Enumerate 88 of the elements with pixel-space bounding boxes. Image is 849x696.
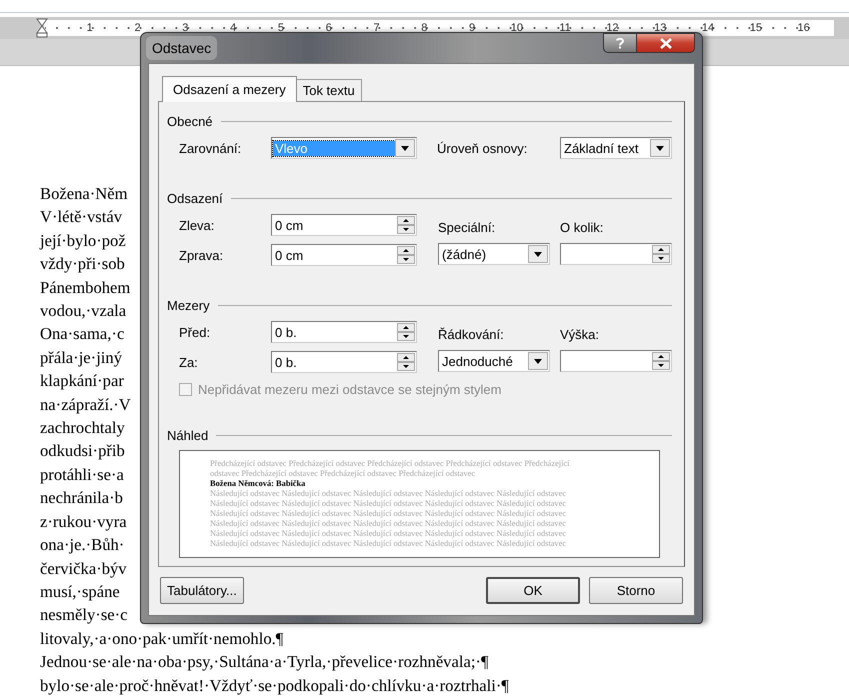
spinner-arrows-icon (397, 323, 415, 341)
document-text-line: protáhli·se·a (40, 464, 124, 486)
tab[interactable]: Tok textu (296, 79, 362, 101)
field-label: Zarovnání: (179, 140, 242, 156)
preview-text: Následující odstavec Následující odstavec Následující odstavec Následující odstavec Následující odstavec (210, 529, 568, 539)
dialog-title: Odstavec (146, 36, 218, 60)
close-icon (658, 38, 672, 48)
ruler-number: 15 (748, 21, 762, 36)
tab[interactable]: Odsazení a mezery (162, 76, 297, 102)
checkbox-label: Nepřidávat mezeru mezi odstavce se stejným stylem (198, 382, 502, 397)
help-icon (615, 37, 625, 49)
ruler-number: 11 (558, 21, 571, 36)
ruler-number: 14 (700, 21, 714, 36)
group-heading: Obecné (167, 114, 213, 129)
document-text-line: Ona·sama,·c (40, 323, 124, 346)
document-text-line: Pánembohem (40, 276, 130, 299)
preview-text: Následující odstavec Následující odstavec Následující odstavec Následující odstavec Následující odstavec (210, 539, 568, 549)
document-text-line: přála·je·jiný (40, 346, 122, 369)
ruler-number: 2 (133, 21, 141, 36)
ruler-number: 8 (420, 21, 428, 36)
ruler-number: 4 (229, 21, 236, 36)
preview-text: Následující odstavec Následující odstavec Následující odstavec Následující odstavec Následující odstavec (210, 499, 568, 509)
dialog-button[interactable]: Storno (589, 577, 683, 604)
spin-field[interactable]: 0 b. (271, 351, 417, 373)
field-label: Zleva: (179, 218, 216, 232)
preview-text: Božena Němcová: Babička (210, 479, 306, 489)
preview-text: Následující odstavec Následující odstavec Následující odstavec Následující odstavec Následující odstavec (210, 489, 568, 499)
ruler-number: 7 (372, 21, 380, 36)
document-text-line: její·bylo·pož (40, 230, 126, 252)
document-text-line: Jednou·se·ale·na·oba·psy,·Sultána·a·Tyrla,·převelice·rozhněvala;·¶ (40, 651, 488, 674)
document-text-line: vodou,·vzala (40, 300, 126, 322)
document-text-line: musí,·spáne (40, 580, 120, 603)
group-heading: Mezery (167, 298, 210, 313)
field-label: Řádkování: (438, 326, 505, 344)
spinner-arrows-icon (652, 245, 670, 263)
document-text-line: odkudsi·přib (40, 440, 125, 462)
field-label: Zprava: (179, 248, 224, 262)
spinner-arrows-icon (652, 352, 670, 370)
document-text-line: na·zápraží.·V (40, 394, 131, 416)
spin-field[interactable]: 0 cm (271, 214, 417, 236)
field-label: Za: (179, 354, 199, 370)
dropdown[interactable]: (žádné) (438, 243, 550, 265)
ruler-number: 5 (276, 21, 284, 36)
dialog-button[interactable]: Tabulátory... (160, 577, 244, 604)
preview-text: Následující odstavec Následující odstavec Následující odstavec Následující odstavec Následující odstavec (210, 519, 568, 529)
ruler-number: 16 (796, 21, 810, 36)
ruler-number: 3 (181, 21, 188, 36)
document-text-line: ona·je.·Bůh· (40, 534, 124, 556)
document-text-line: klapkání·par (40, 370, 124, 392)
ruler-number: 13 (653, 21, 666, 36)
preview-text: Následující odstavec Následující odstavec Následující odstavec Následující odstavec Následující odstavec (210, 509, 568, 519)
document-text-line: bylo·se·ale·proč·hněvat!·Vždyť·se·podkopali·do·chlívku·a·roztrhali·¶ (40, 674, 509, 696)
spin-field[interactable] (560, 350, 672, 372)
ruler-number: 6 (324, 21, 332, 36)
document-text-line: Božena·Něm (40, 183, 128, 205)
spinner-arrows-icon (397, 216, 415, 234)
dropdown[interactable]: Základní text (560, 137, 672, 159)
ruler-number: 1 (86, 21, 93, 36)
document-text-line: červička·býv (40, 558, 127, 580)
document-text-line: V·létě·vstáv (40, 206, 122, 228)
spin-field[interactable] (560, 243, 672, 265)
preview-text: Předcházející odstavec Předcházející odstavec Předcházející odstavec Předcházející odstavec Předcházející (210, 459, 570, 469)
ruler-number: 12 (605, 21, 619, 36)
help-button[interactable] (603, 33, 637, 53)
document-text-line: vždy·při·sob (40, 253, 125, 276)
spin-field[interactable]: 0 b. (271, 321, 417, 343)
document-text-line: z·rukou·vyra (40, 510, 127, 533)
ruler-number: 10 (510, 21, 523, 36)
spinner-arrows-icon (397, 353, 415, 371)
field-label: Výška: (560, 326, 600, 344)
dialog-button[interactable]: OK (486, 577, 580, 604)
field-label: O kolik: (560, 219, 604, 237)
indent-marker-icon[interactable] (36, 18, 48, 38)
document-text-line: litovaly,·a·ono·pak·umřít·nemohlo.¶ (40, 628, 284, 650)
document-text-line: nechránila·b (40, 487, 123, 510)
field-label: Před: (179, 324, 212, 340)
field-label: Úroveň osnovy: (437, 140, 528, 156)
document-text-line: nesměly·se·c (40, 604, 128, 626)
preview-text: odstavec Předcházející odstavec Předcházející odstavec Předcházející odstavec (210, 469, 476, 479)
document-text-line: zachrochtaly (40, 417, 125, 440)
field-label: Speciální: (438, 219, 496, 237)
spinner-arrows-icon (397, 246, 415, 264)
close-button[interactable] (637, 33, 695, 53)
group-heading: Náhled (167, 428, 208, 443)
spin-field[interactable]: 0 cm (271, 244, 417, 266)
group-heading: Odsazení (167, 191, 223, 206)
dropdown[interactable]: Jednoduché (438, 350, 550, 372)
ruler-number: 9 (468, 21, 476, 36)
